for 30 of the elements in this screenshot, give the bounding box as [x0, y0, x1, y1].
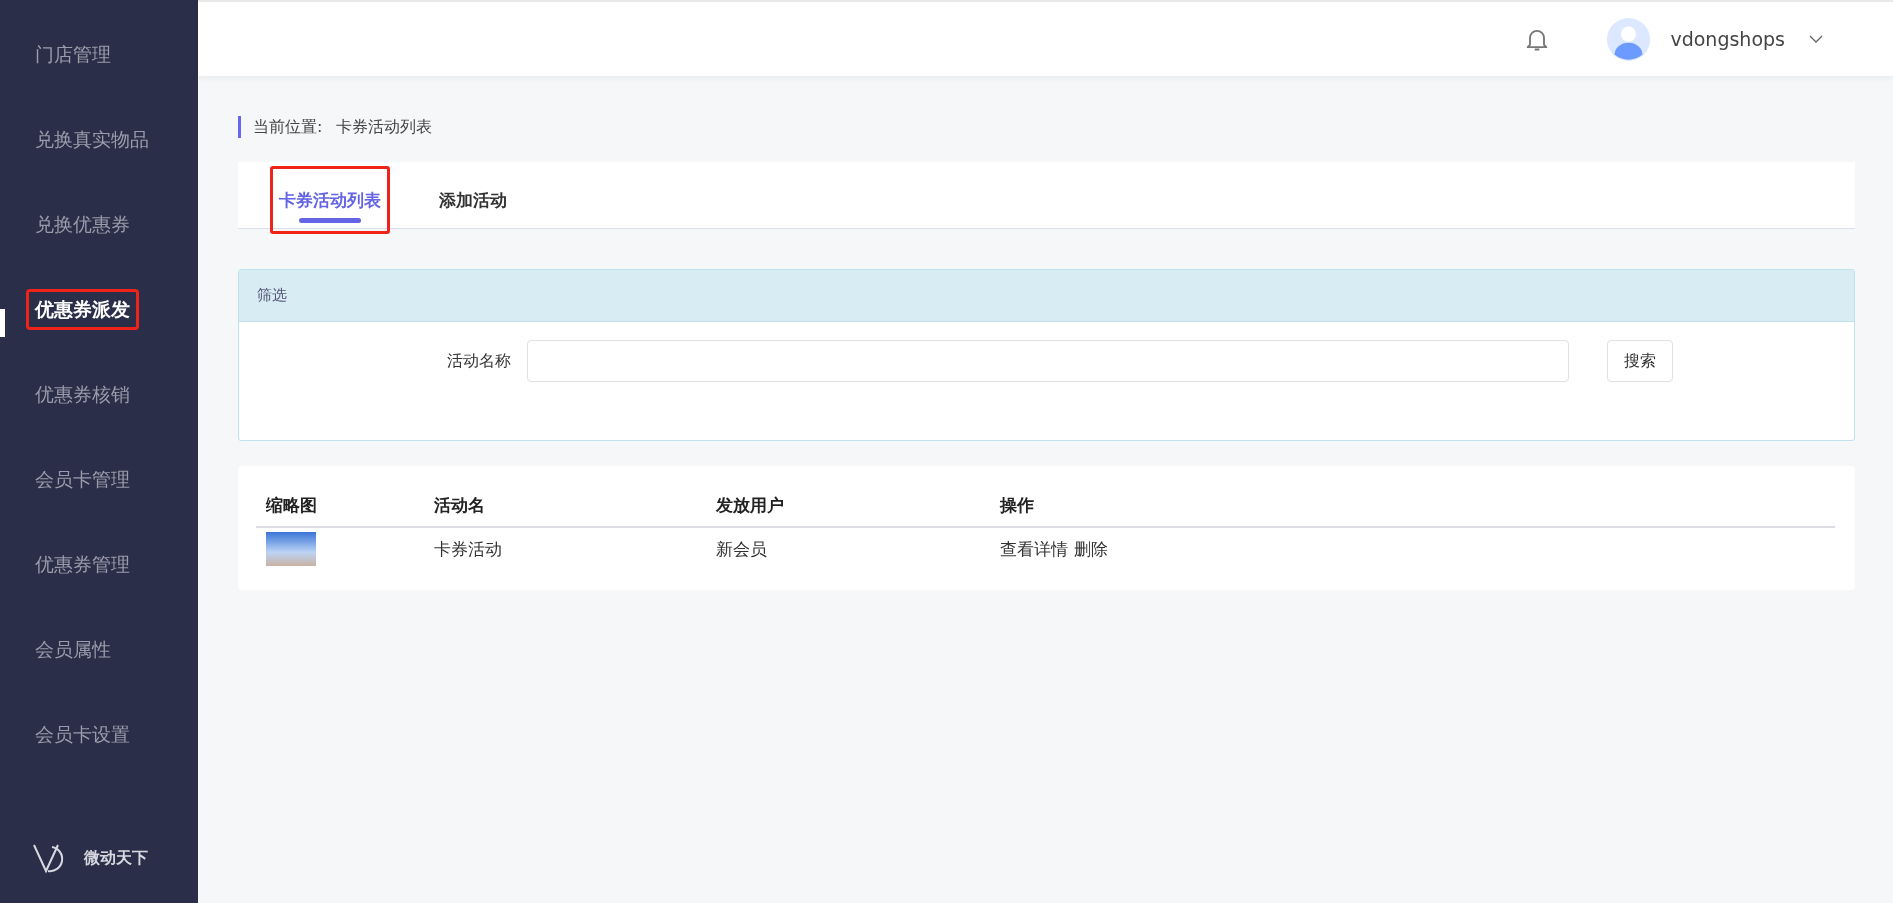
filter-title: 筛选 — [257, 286, 287, 305]
tab[interactable]: 卡券活动列表 — [270, 166, 390, 234]
tab[interactable]: 添加活动 — [430, 166, 516, 234]
field-label: 活动名称 — [446, 350, 512, 372]
sidebar-item[interactable]: 优惠券核销 — [26, 374, 139, 415]
sidebar-item[interactable]: 会员卡设置 — [26, 714, 139, 755]
action-link[interactable]: 查看详情 — [1000, 537, 1068, 561]
sidebar-item[interactable]: 优惠券派发 — [26, 289, 139, 330]
table-cell-text: 卡券活动 — [434, 537, 503, 561]
breadcrumb-current: 卡券活动列表 — [336, 116, 433, 138]
table-cell-text: 新会员 — [716, 537, 768, 561]
search-button[interactable]: 搜索 — [1607, 340, 1673, 382]
sidebar-item[interactable]: 会员属性 — [26, 629, 120, 670]
column-header: 操作 — [1000, 493, 1035, 517]
sidebar-item[interactable]: 兑换真实物品 — [26, 119, 158, 160]
column-header: 发放用户 — [716, 493, 785, 517]
sidebar-item[interactable]: 会员卡管理 — [26, 459, 139, 500]
sidebar-item[interactable]: 门店管理 — [26, 34, 120, 75]
photo-placeholder — [266, 532, 316, 566]
column-header: 活动名 — [434, 493, 486, 517]
avatar-icon[interactable] — [1607, 17, 1651, 61]
activity-name-input[interactable] — [527, 340, 1569, 382]
breadcrumb-label: 当前位置: — [253, 116, 323, 138]
chevron-down-icon[interactable] — [1809, 35, 1823, 43]
column-header: 缩略图 — [266, 493, 318, 517]
brand-name: 微动天下 — [84, 847, 148, 869]
sidebar-item[interactable]: 兑换优惠券 — [26, 204, 139, 245]
username[interactable]: vdongshops — [1670, 28, 1785, 50]
sidebar-item[interactable]: 优惠券管理 — [26, 544, 139, 585]
action-link[interactable]: 删除 — [1074, 537, 1108, 561]
